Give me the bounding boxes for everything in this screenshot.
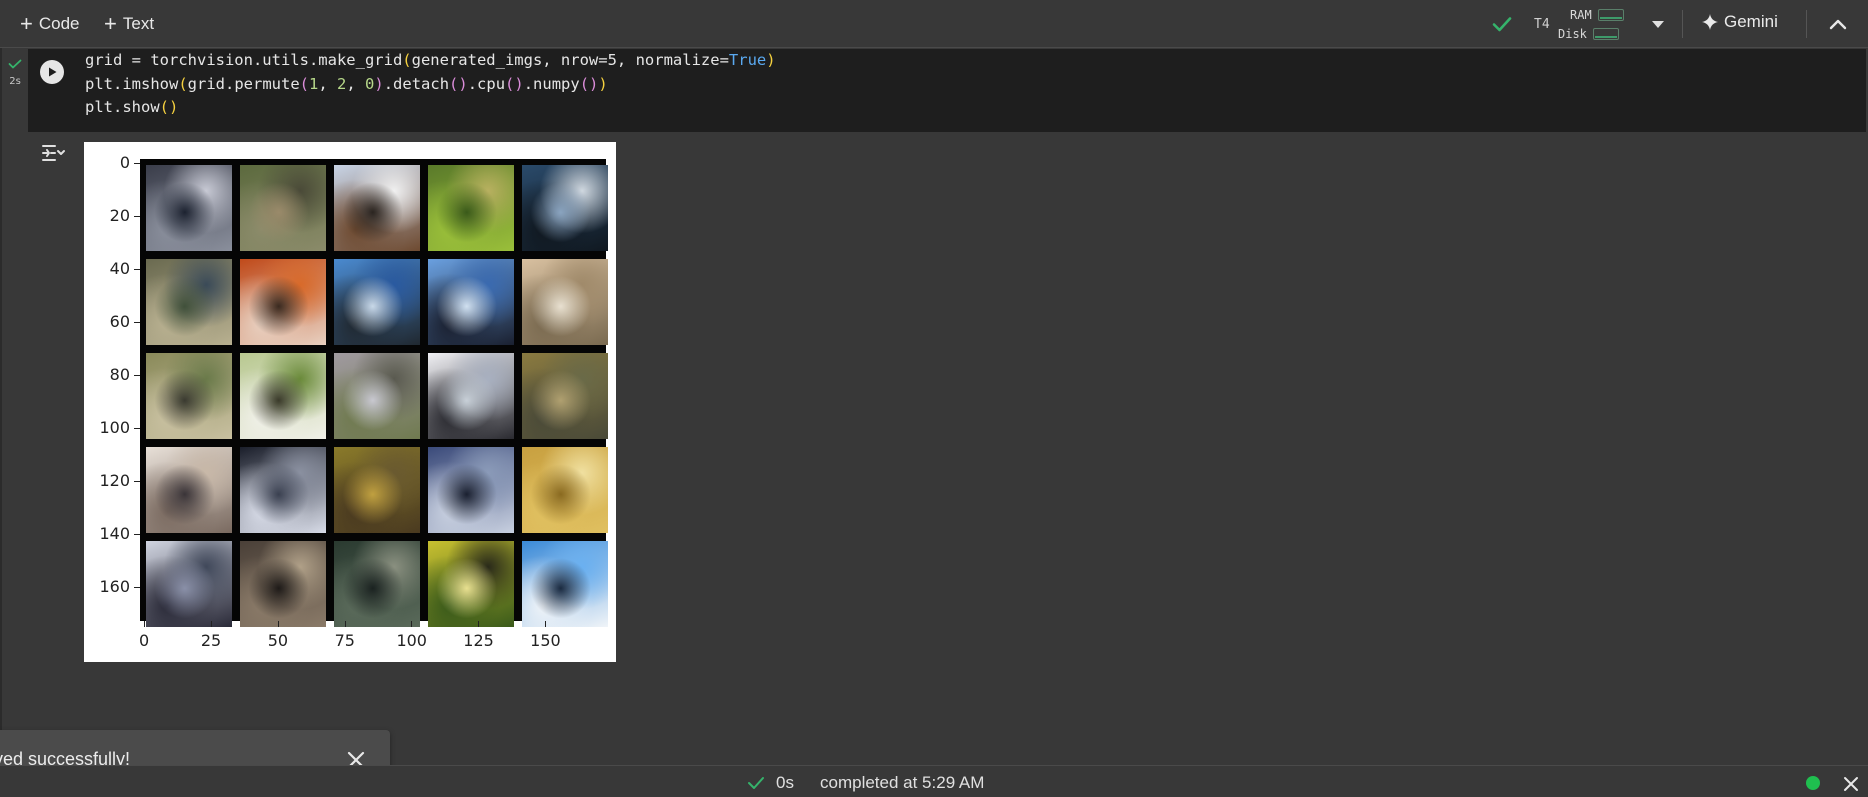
gemini-label: Gemini — [1724, 12, 1778, 31]
y-tick-label: 120 — [99, 471, 130, 491]
y-tick-label: 140 — [99, 524, 130, 544]
generated-image-tile — [146, 353, 232, 439]
disk-usage-bar — [1592, 28, 1619, 40]
generated-image-tile — [240, 353, 326, 439]
ram-row: RAM — [1570, 7, 1624, 23]
add-text-button[interactable]: + Text — [104, 10, 154, 38]
run-cell-button[interactable] — [40, 60, 64, 84]
x-tick-mark — [545, 621, 547, 627]
generated-image-tile — [522, 353, 608, 439]
x-tick-label: 25 — [200, 631, 222, 650]
ram-label: RAM — [1570, 8, 1592, 22]
x-tick-mark — [411, 621, 413, 627]
y-tick-label: 20 — [109, 206, 130, 226]
connected-check-icon[interactable] — [1490, 12, 1514, 36]
resource-monitor[interactable]: RAM Disk — [1558, 7, 1628, 43]
close-icon[interactable] — [1842, 775, 1860, 793]
y-tick-label: 160 — [99, 577, 130, 597]
cell-success-check-icon — [8, 59, 22, 69]
generated-image-tile — [240, 259, 326, 345]
y-tick-mark — [134, 428, 140, 430]
y-tick-mark — [134, 375, 140, 377]
status-duration: 0s — [776, 773, 794, 792]
generated-image-tile — [522, 447, 608, 533]
status-completed: completed at 5:29 AM — [820, 773, 985, 792]
x-tick-mark — [277, 621, 279, 627]
generated-image-tile — [146, 259, 232, 345]
ram-usage-bar — [1597, 9, 1624, 21]
generated-image-tile — [522, 541, 608, 627]
chevron-up-icon[interactable] — [1826, 14, 1850, 34]
notebook-toolbar: + Code + Text T4 RAM Disk Gemini — [0, 0, 1868, 48]
x-tick-mark — [210, 621, 212, 627]
x-tick-mark — [144, 621, 145, 627]
sparkle-icon — [1702, 14, 1718, 30]
y-tick-label: 80 — [109, 365, 130, 385]
generated-image-tile — [146, 541, 232, 627]
check-icon — [748, 777, 764, 789]
plus-icon: + — [20, 11, 33, 36]
generated-image-tile — [334, 165, 420, 251]
x-tick-label: 50 — [267, 631, 289, 650]
generated-image-tile — [334, 447, 420, 533]
add-text-label: Text — [122, 14, 155, 33]
runtime-dropdown-icon[interactable] — [1648, 14, 1668, 34]
generated-image-tile — [428, 165, 514, 251]
disk-label: Disk — [1558, 27, 1587, 41]
play-icon — [49, 67, 57, 77]
y-tick-label: 0 — [119, 153, 130, 172]
add-code-label: Code — [38, 14, 80, 33]
generated-image-tile — [428, 353, 514, 439]
toolbar-divider — [1806, 10, 1807, 38]
x-tick-label: 75 — [334, 631, 355, 650]
generated-images-grid — [140, 159, 608, 627]
toolbar-divider — [1682, 10, 1683, 38]
x-tick-mark — [344, 621, 346, 627]
generated-image-tile — [334, 259, 420, 345]
code-line-2: plt.imshow(grid.permute(1, 2, 0).detach(… — [85, 74, 608, 93]
generated-image-tile — [334, 541, 420, 627]
generated-image-tile — [522, 165, 608, 251]
add-code-button[interactable]: + Code — [20, 10, 80, 38]
y-tick-mark — [134, 163, 140, 164]
gemini-button[interactable]: Gemini — [1702, 12, 1778, 32]
generated-image-tile — [428, 541, 514, 627]
x-tick-label: 125 — [463, 631, 494, 650]
y-tick-mark — [134, 216, 140, 218]
status-bar: 0s completed at 5:29 AM — [0, 765, 1868, 797]
output-actions-icon[interactable] — [40, 141, 66, 165]
x-tick-label: 0 — [139, 631, 150, 650]
x-tick-mark — [478, 621, 480, 627]
generated-image-tile — [240, 541, 326, 627]
disk-row: Disk — [1558, 26, 1619, 42]
plus-icon: + — [104, 11, 117, 36]
generated-image-tile — [240, 447, 326, 533]
x-tick-label: 150 — [530, 631, 561, 650]
code-line-1: grid = torchvision.utils.make_grid(gener… — [85, 51, 776, 69]
y-tick-mark — [134, 269, 140, 271]
left-gutter — [0, 48, 2, 765]
generated-image-tile — [428, 259, 514, 345]
x-tick-label: 100 — [396, 631, 427, 650]
runtime-status-dot[interactable] — [1806, 776, 1820, 790]
generated-image-tile — [146, 165, 232, 251]
generated-image-tile — [146, 447, 232, 533]
y-tick-mark — [134, 322, 140, 324]
code-line-3: plt.show() — [85, 98, 179, 116]
generated-image-tile — [428, 447, 514, 533]
generated-image-tile — [240, 165, 326, 251]
generated-image-tile — [522, 259, 608, 345]
y-tick-label: 100 — [99, 418, 130, 438]
y-tick-mark — [134, 534, 140, 536]
code-editor[interactable]: grid = torchvision.utils.make_grid(gener… — [85, 49, 776, 120]
y-tick-mark — [134, 481, 140, 483]
y-tick-label: 60 — [109, 312, 130, 332]
y-tick-label: 40 — [109, 259, 130, 279]
cell-exec-time: 2s — [9, 76, 21, 87]
y-tick-mark — [134, 587, 140, 589]
runtime-type-label[interactable]: T4 — [1534, 17, 1550, 32]
generated-image-tile — [334, 353, 420, 439]
